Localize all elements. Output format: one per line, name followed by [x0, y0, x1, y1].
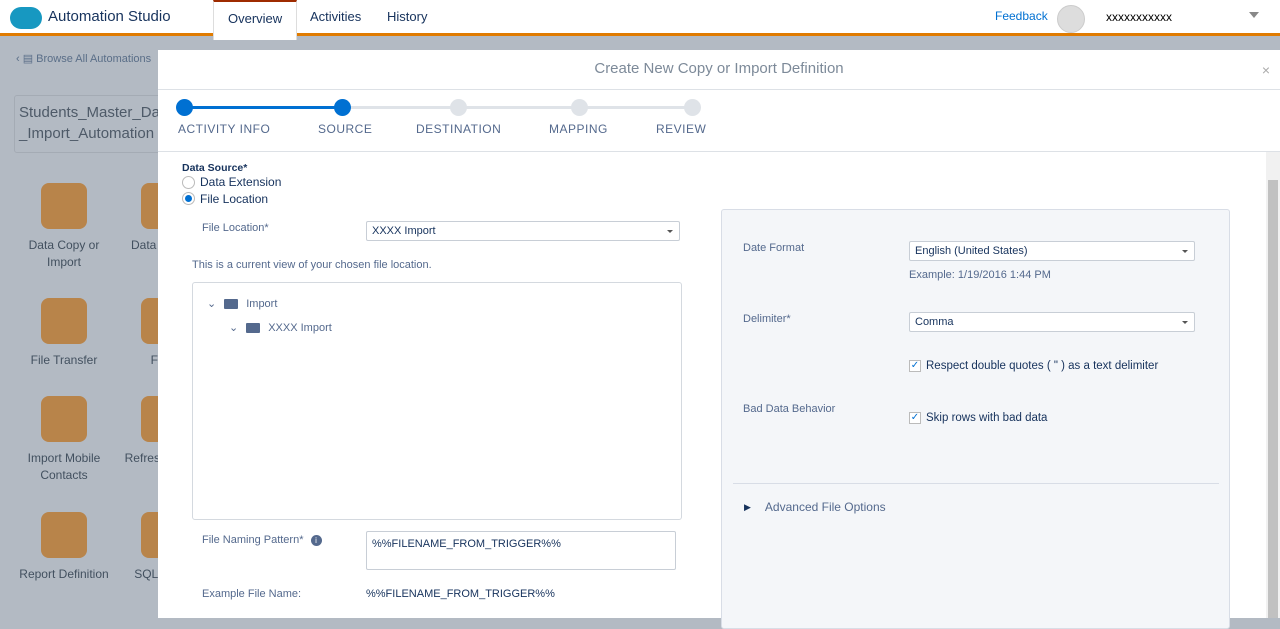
modal-title-bar: Create New Copy or Import Definition × [158, 50, 1280, 90]
step-dot [450, 99, 467, 116]
advanced-label: Advanced File Options [764, 500, 886, 514]
naming-pattern-input[interactable]: %%FILENAME_FROM_TRIGGER%% [366, 531, 676, 570]
chevron-down-icon[interactable]: ⌄ [207, 297, 216, 310]
step-dot [334, 99, 351, 116]
app-title: Automation Studio [48, 8, 171, 25]
folder-icon [246, 322, 261, 333]
data-source-label: Data Source* [182, 162, 248, 174]
data-extension-label[interactable]: Data Extension [200, 175, 281, 189]
tab-overview[interactable]: Overview [213, 0, 298, 40]
browse-all-link[interactable]: ‹ ▤ Browse All Automations [16, 52, 151, 65]
activity-label: Data Copy or Import [28, 238, 100, 269]
modal-body: Data Source* Data Extension File Locatio… [158, 152, 1266, 629]
checkbox-label: Skip rows with bad data [926, 412, 1048, 424]
file-transfer-icon [41, 298, 87, 344]
step-mapping: MAPPING [549, 122, 608, 136]
user-name[interactable]: xxxxxxxxxxx [1106, 10, 1172, 24]
activity-data-copy[interactable]: Data Copy or Import [14, 183, 114, 271]
file-location-select[interactable]: XXXX Import [366, 221, 680, 241]
chevron-down-icon[interactable] [1249, 12, 1259, 18]
checkbox-label: Respect double quotes ( " ) as a text de… [926, 360, 1159, 372]
tree-label: XXXX Import [268, 321, 332, 334]
divider [733, 483, 1219, 484]
file-tree: ⌄ Import ⌄ XXXX Import [192, 282, 682, 520]
background-page: ‹ ▤ Browse All Automations Students_Mast… [0, 39, 203, 618]
date-format-label: Date Format [743, 242, 805, 254]
file-location-option-label[interactable]: File Location [200, 192, 268, 206]
step-dot [176, 99, 193, 116]
close-icon[interactable]: × [1262, 62, 1270, 78]
respect-quotes-checkbox[interactable]: ✓ Respect double quotes ( " ) as a text d… [909, 360, 1158, 372]
naming-label-text: File Naming Pattern* [202, 534, 304, 546]
advanced-options-toggle[interactable]: ▶ Advanced File Options [744, 500, 886, 514]
naming-pattern-label: File Naming Pattern* i [202, 534, 322, 546]
delimiter-select[interactable]: Comma [909, 312, 1195, 332]
chevron-down-icon[interactable]: ⌄ [229, 321, 238, 334]
example-file-label: Example File Name: [202, 588, 302, 600]
info-icon[interactable]: i [310, 535, 322, 546]
file-location-label: File Location* [202, 222, 269, 234]
step-activity-info: ACTIVITY INFO [178, 122, 271, 136]
checkmark-icon: ✓ [909, 412, 921, 424]
modal-title: Create New Copy or Import Definition [594, 60, 844, 77]
tree-item-xxxx-import[interactable]: ⌄ XXXX Import [229, 321, 332, 335]
skip-bad-rows-checkbox[interactable]: ✓ Skip rows with bad data [909, 412, 1047, 424]
activity-label: File Transfer [30, 353, 98, 367]
step-destination: DESTINATION [416, 122, 502, 136]
import-mobile-icon [41, 396, 87, 442]
folder-icon [224, 298, 239, 309]
scrollbar-thumb[interactable] [1268, 180, 1278, 618]
delimiter-label: Delimiter* [743, 313, 791, 325]
triangle-right-icon: ▶ [744, 501, 751, 512]
scrollbar[interactable] [1266, 152, 1280, 618]
activity-file-transfer[interactable]: File Transfer [14, 298, 114, 369]
options-panel: Date Format English (United States) Exam… [721, 209, 1230, 629]
tab-history[interactable]: History [373, 0, 441, 39]
view-note: This is a current view of your chosen fi… [192, 259, 432, 271]
step-review: REVIEW [656, 122, 707, 136]
date-format-select[interactable]: English (United States) [909, 241, 1195, 261]
progress-steps: ACTIVITY INFO SOURCE DESTINATION MAPPING… [158, 90, 1280, 152]
step-progress [185, 106, 343, 109]
step-dot [684, 99, 701, 116]
tree-label: Import [246, 297, 278, 310]
tab-activities[interactable]: Activities [296, 0, 375, 39]
activity-label: Import Mobile Contacts [27, 451, 101, 482]
browse-label: Browse All Automations [36, 53, 152, 65]
radio-data-extension[interactable] [182, 176, 195, 189]
report-icon [41, 512, 87, 558]
date-example: Example: 1/19/2016 1:44 PM [909, 269, 1051, 281]
bad-data-label: Bad Data Behavior [743, 403, 836, 415]
salesforce-logo-icon [10, 7, 42, 29]
activity-report-definition[interactable]: Report Definition [14, 512, 114, 583]
feedback-link[interactable]: Feedback [995, 9, 1048, 23]
checkmark-icon: ✓ [909, 360, 921, 372]
step-source: SOURCE [318, 122, 373, 136]
tree-item-import[interactable]: ⌄ Import [207, 297, 278, 311]
step-dot [571, 99, 588, 116]
modal-dialog: Create New Copy or Import Definition × A… [158, 50, 1280, 629]
activity-import-mobile[interactable]: Import Mobile Contacts [14, 396, 114, 484]
data-copy-icon [41, 183, 87, 229]
example-file-value: %%FILENAME_FROM_TRIGGER%% [366, 588, 555, 600]
activity-label: Report Definition [19, 567, 109, 581]
radio-file-location[interactable] [182, 192, 195, 205]
top-bar: Automation Studio Overview Activities Hi… [0, 0, 1280, 40]
avatar[interactable] [1057, 5, 1085, 33]
